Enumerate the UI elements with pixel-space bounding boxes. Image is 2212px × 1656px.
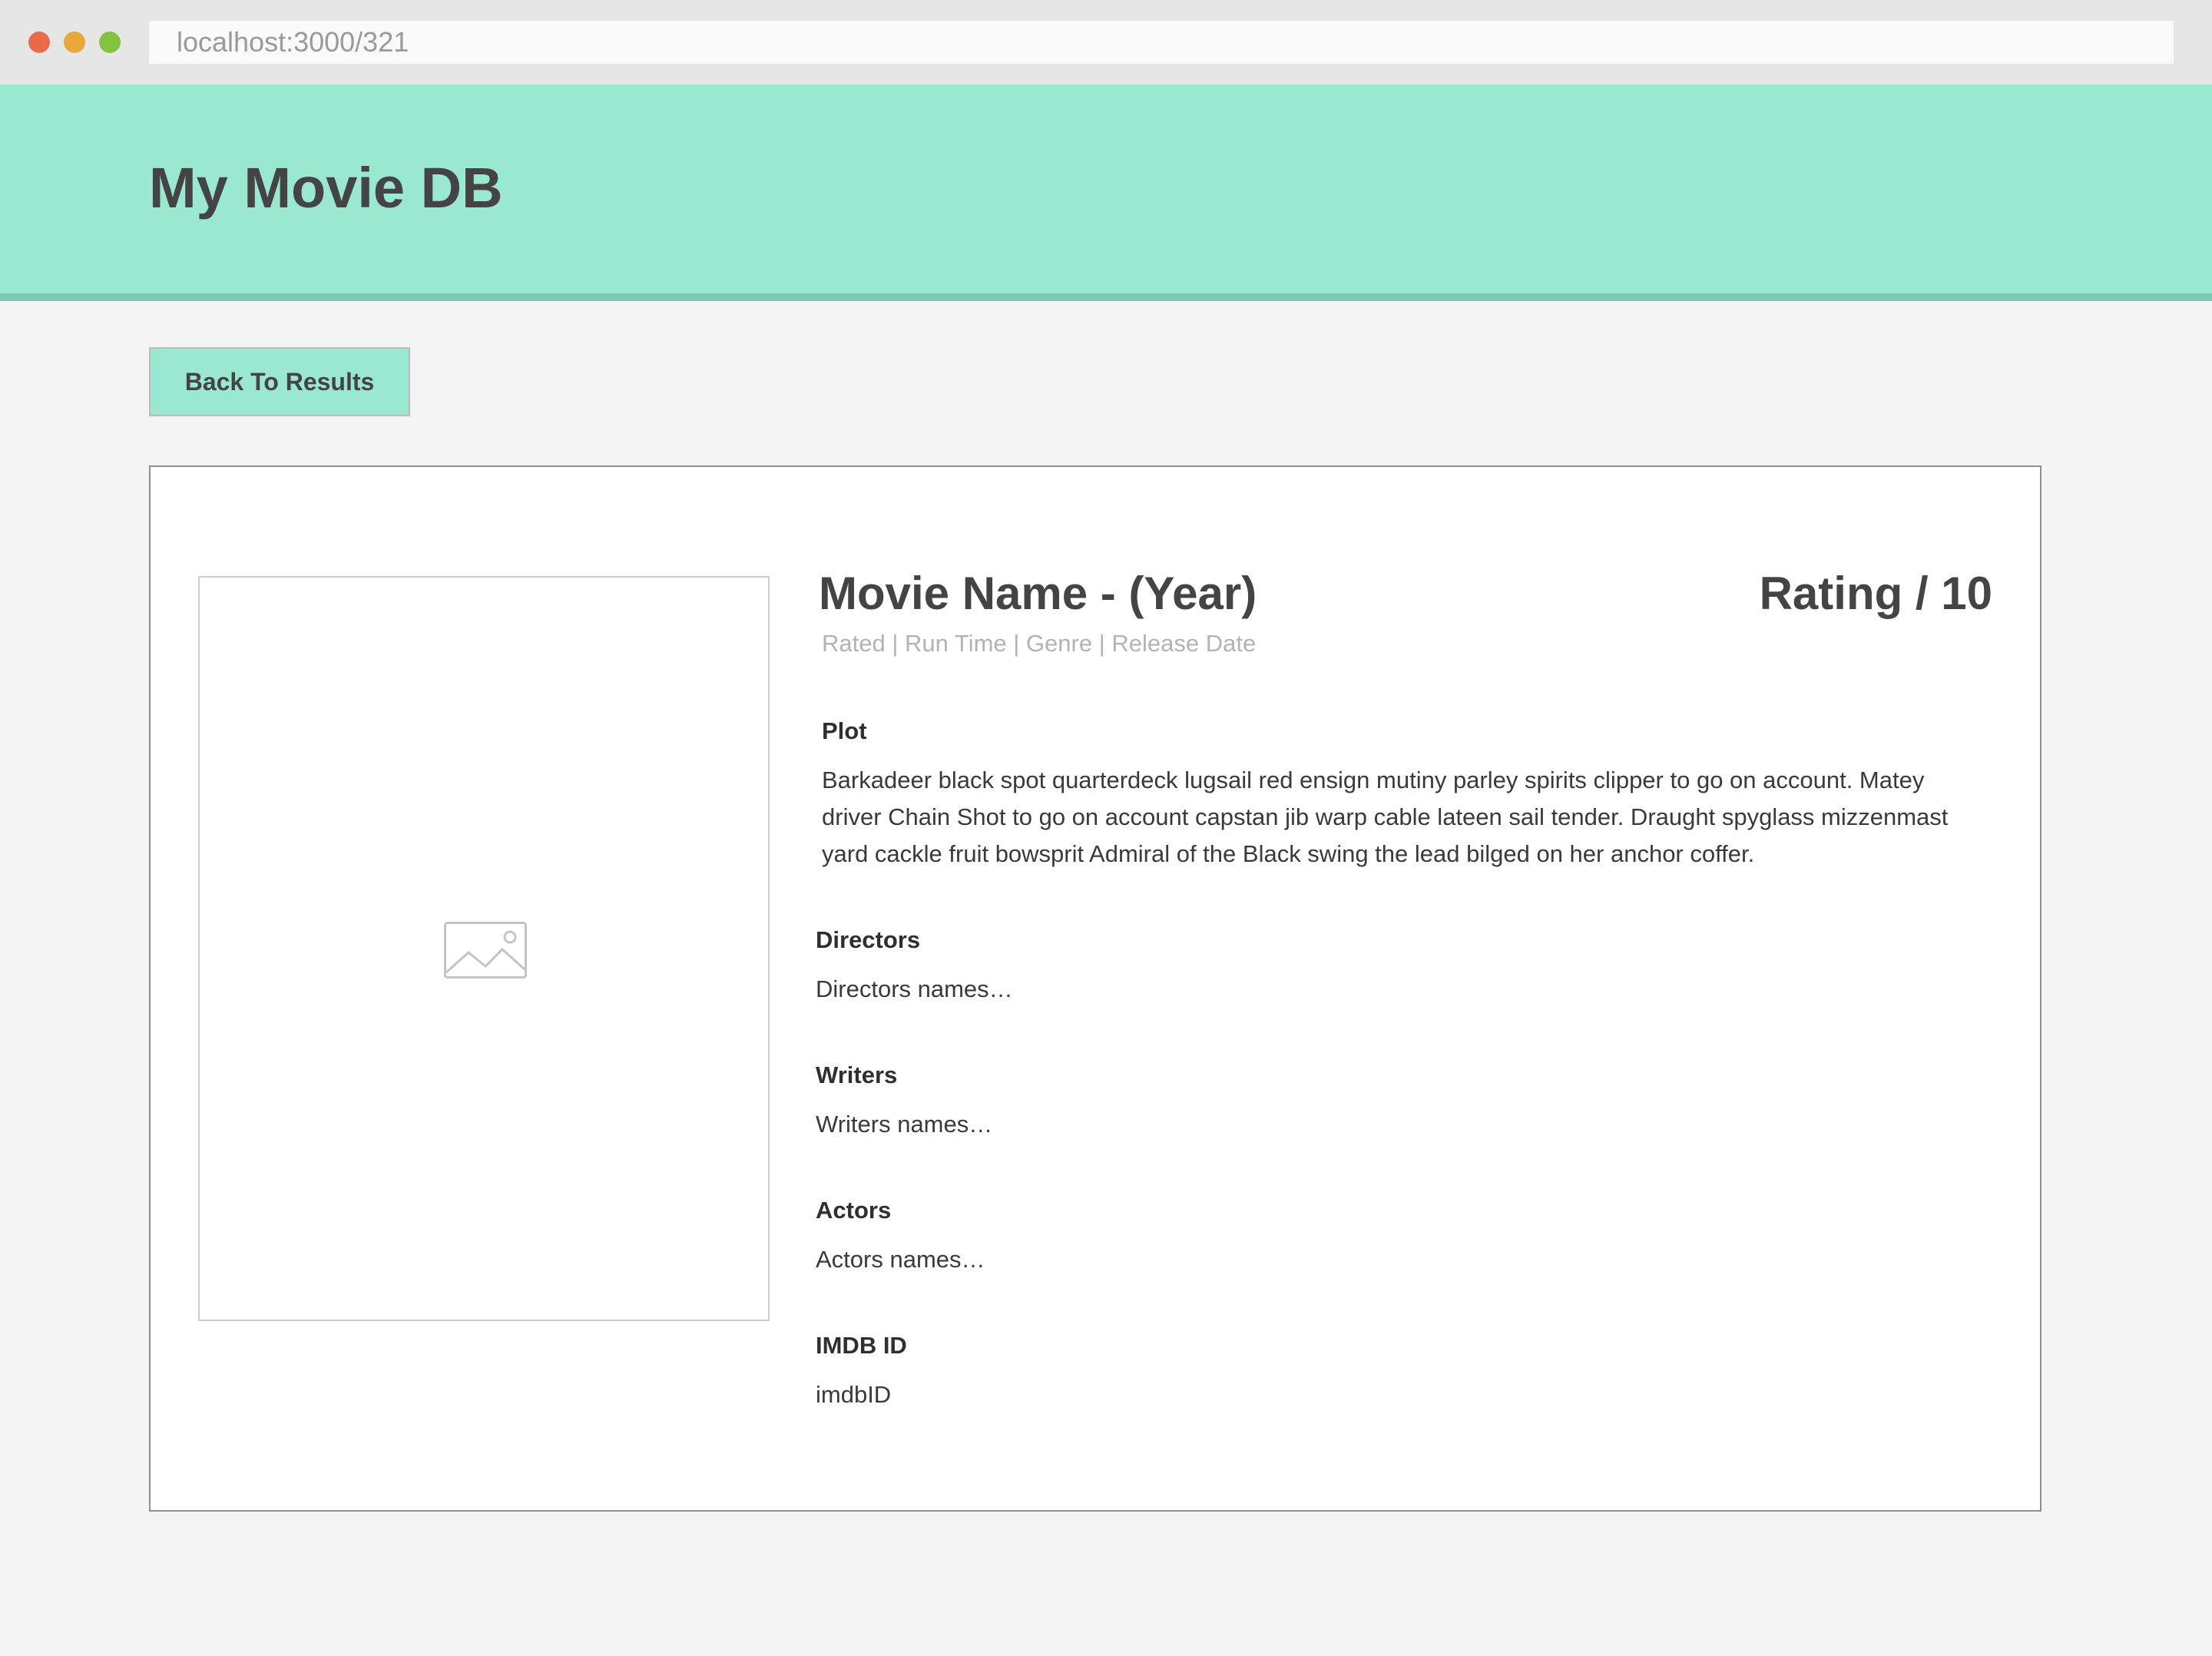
writers-value: Writers names… bbox=[816, 1111, 993, 1138]
movie-meta: Rated | Run Time | Genre | Release Date bbox=[822, 630, 1257, 657]
maximize-window-button[interactable] bbox=[99, 31, 121, 53]
app-header: My Movie DB bbox=[0, 84, 2212, 301]
browser-chrome: localhost:3000/321 bbox=[0, 0, 2212, 84]
movie-detail-card: Movie Name - (Year) Rating / 10 Rated | … bbox=[149, 465, 2041, 1512]
movie-poster bbox=[198, 576, 770, 1321]
writers-label: Writers bbox=[816, 1061, 898, 1088]
actors-value: Actors names… bbox=[816, 1246, 985, 1273]
plot-label: Plot bbox=[822, 717, 867, 744]
movie-rating: Rating / 10 bbox=[1759, 568, 1992, 619]
imdb-id-label: IMDB ID bbox=[816, 1332, 907, 1359]
minimize-window-button[interactable] bbox=[64, 31, 85, 53]
imdb-id-value: imdbID bbox=[816, 1381, 892, 1408]
image-placeholder-icon bbox=[444, 922, 527, 979]
directors-label: Directors bbox=[816, 926, 921, 953]
plot-text: Barkadeer black spot quarterdeck lugsail… bbox=[822, 767, 1949, 867]
close-window-button[interactable] bbox=[28, 31, 50, 53]
app-title: My Movie DB bbox=[149, 156, 503, 220]
directors-value: Directors names… bbox=[816, 975, 1013, 1002]
movie-title: Movie Name - (Year) bbox=[819, 568, 1257, 619]
actors-label: Actors bbox=[816, 1197, 892, 1224]
back-to-results-button[interactable]: Back To Results bbox=[149, 347, 410, 416]
address-bar[interactable]: localhost:3000/321 bbox=[149, 21, 2174, 64]
